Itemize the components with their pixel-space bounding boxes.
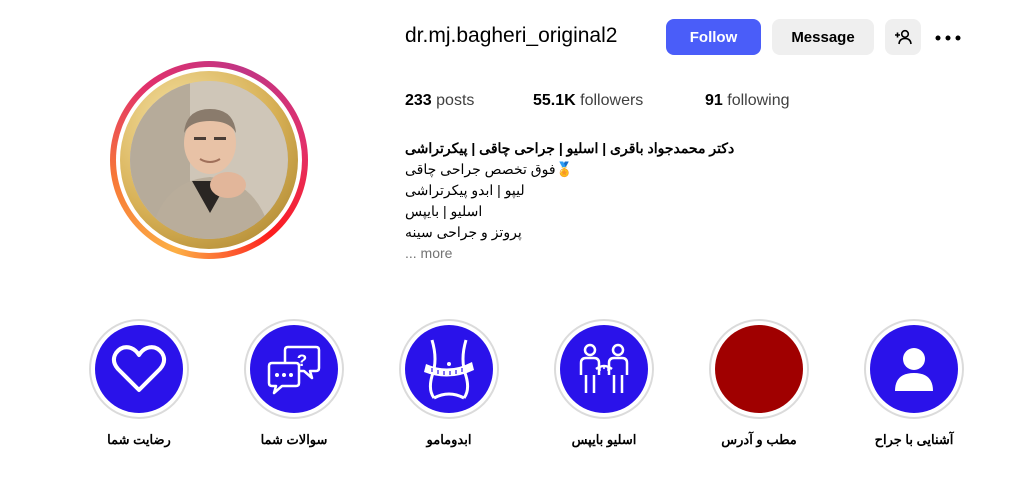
highlight-item[interactable]: مطب و آدرس — [699, 319, 819, 448]
highlight-cover — [405, 325, 493, 413]
bio-full-name: دکتر محمدجواد باقری | اسلیو | جراحی چاقی… — [405, 140, 735, 156]
highlight-ring[interactable] — [709, 319, 809, 419]
people-measure-icon — [579, 343, 629, 393]
followers-label: followers — [580, 92, 644, 109]
highlight-label: رضایت شما — [107, 432, 171, 447]
posts-number: 233 — [405, 92, 432, 109]
highlight-item[interactable]: ابدومامو — [389, 319, 509, 448]
highlight-label: آشنایی با جراح — [874, 432, 954, 447]
highlight-item[interactable]: آشنایی با جراح — [854, 319, 974, 448]
highlight-cover — [715, 325, 803, 413]
avatar-inner — [116, 67, 302, 253]
username: dr.mj.bagheri_original2 — [405, 24, 618, 47]
followers-number: 55.1K — [533, 92, 576, 109]
add-user-icon — [895, 29, 912, 45]
options-button[interactable] — [934, 26, 962, 50]
avatar-gold-frame — [120, 71, 298, 249]
highlight-label: اسلیو بایپس — [571, 432, 637, 447]
chat-question-icon: ? — [267, 345, 321, 395]
avatar — [130, 81, 288, 239]
highlight-ring[interactable]: ? — [244, 319, 344, 419]
bio-line: اسلیو | بایپس — [405, 203, 483, 219]
bio-line: پروتز و جراحی سینه — [405, 224, 522, 240]
bio-line: 🏅فوق تخصص جراحی چاقی — [405, 161, 573, 177]
highlight-cover — [870, 325, 958, 413]
following-label: following — [727, 92, 790, 109]
following-number: 91 — [705, 92, 723, 109]
highlight-label: ابدومامو — [426, 432, 472, 447]
suggest-users-button[interactable] — [885, 19, 921, 55]
highlight-cover: ? — [250, 325, 338, 413]
highlight-item[interactable]: ? سوالات شما — [234, 319, 354, 448]
posts-count: 233 posts — [405, 92, 474, 110]
profile-avatar-ring[interactable] — [110, 61, 308, 259]
user-icon — [895, 348, 933, 391]
highlight-item[interactable]: اسلیو بایپس — [544, 319, 664, 448]
highlight-ring[interactable] — [399, 319, 499, 419]
follow-button[interactable]: Follow — [666, 19, 761, 55]
highlight-cover — [95, 325, 183, 413]
highlight-label: مطب و آدرس — [721, 432, 797, 447]
bio: دکتر محمدجواد باقری | اسلیو | جراحی چاقی… — [405, 138, 785, 264]
highlight-ring[interactable] — [554, 319, 654, 419]
heart-icon — [111, 345, 167, 392]
message-button[interactable]: Message — [772, 19, 874, 55]
bio-more-link[interactable]: ... more — [405, 243, 785, 264]
posts-label: posts — [436, 92, 475, 109]
highlight-ring[interactable] — [864, 319, 964, 419]
followers-link[interactable]: 55.1K followers — [533, 92, 643, 110]
following-link[interactable]: 91 following — [705, 92, 790, 110]
highlight-cover — [560, 325, 648, 413]
waist-measure-icon — [424, 339, 474, 400]
bio-line: لیپو | ابدو پیکرتراشی — [405, 182, 525, 198]
highlight-label: سوالات شما — [260, 432, 328, 447]
highlight-item[interactable]: رضایت شما — [79, 319, 199, 448]
highlight-ring[interactable] — [89, 319, 189, 419]
more-options-icon — [935, 35, 961, 41]
